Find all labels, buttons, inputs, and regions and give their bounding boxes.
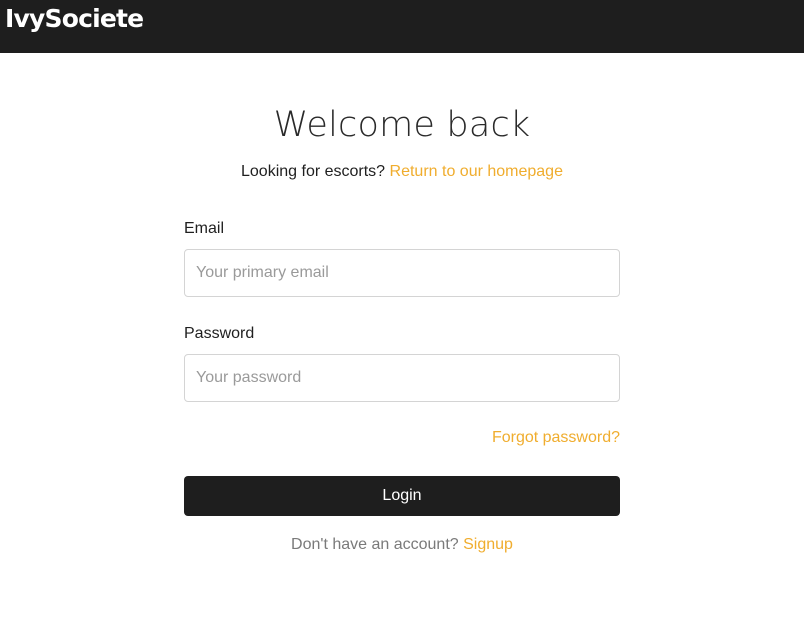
password-label: Password [184, 325, 255, 342]
site-logo[interactable]: IvySociete [5, 5, 144, 33]
subtitle-row: Looking for escorts? Return to our homep… [0, 161, 804, 183]
email-label: Email [184, 220, 225, 237]
forgot-password-row: Forgot password? [184, 428, 620, 448]
subtitle-text: Looking for escorts? [241, 163, 386, 180]
login-button[interactable]: Login [184, 476, 620, 516]
signup-link[interactable]: Signup [463, 536, 513, 553]
signup-prompt: Don't have an account? [291, 536, 459, 553]
password-field[interactable] [184, 354, 620, 402]
email-field[interactable] [184, 249, 620, 297]
signup-row: Don't have an account? Signup [0, 534, 804, 556]
forgot-password-link[interactable]: Forgot password? [492, 429, 620, 446]
page-title: Welcome back [273, 105, 531, 145]
top-navbar: IvySociete [0, 0, 804, 53]
homepage-link[interactable]: Return to our homepage [390, 163, 563, 180]
